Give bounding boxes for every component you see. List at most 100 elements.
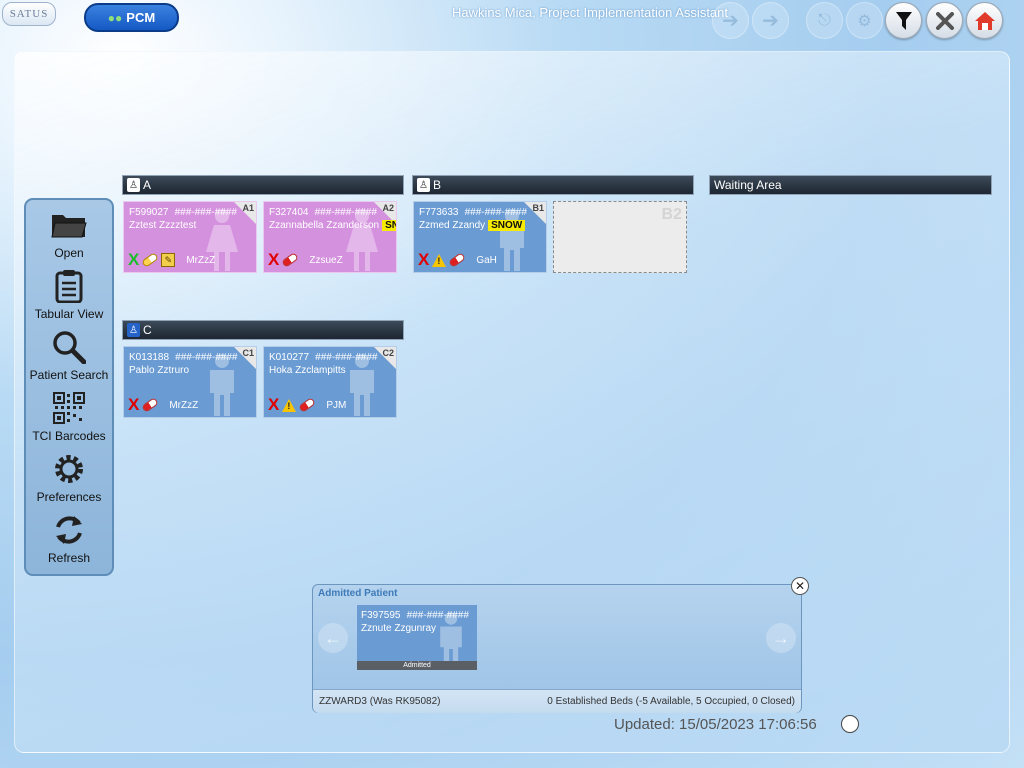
male-room-icon: ♙ xyxy=(127,323,140,337)
pcm-label: PCM xyxy=(126,10,156,25)
patient-name: Zzannabella ZzandersonSN xyxy=(269,220,396,231)
patient-mrn: F599027 ###-###-#### xyxy=(129,207,237,218)
bed-card-c1[interactable]: C1 K013188 ###-###-#### Pablo Zztruro X M… xyxy=(123,346,257,418)
tabular-view-menu-item[interactable]: Tabular View xyxy=(26,267,112,327)
menu-label: Preferences xyxy=(36,490,102,504)
back-button[interactable]: ➔ xyxy=(712,2,749,39)
refresh-menu-item[interactable]: Refresh xyxy=(26,511,112,571)
room-name: B xyxy=(433,178,442,192)
logout-button[interactable]: ⎋ xyxy=(806,2,843,39)
admitted-prev-button[interactable]: ← xyxy=(318,623,348,653)
menu-label: Refresh xyxy=(47,551,91,565)
patient-mrn: F397595 ###-###-#### xyxy=(361,610,469,621)
menu-label: Tabular View xyxy=(34,307,104,321)
forward-arrow-icon: ➔ xyxy=(762,10,779,32)
patient-name: Pablo Zztruro xyxy=(129,365,190,376)
right-arrow-icon: → xyxy=(772,627,790,648)
mixed-room-icon: ♙ xyxy=(127,178,140,192)
patient-name: Zzmed Zzandy SNOW xyxy=(419,220,526,231)
note-icon: ✎ xyxy=(161,253,176,267)
ward-name: ZZWARD3 (Was RK95082) xyxy=(319,696,441,707)
patient-indicators: X MrZzZ xyxy=(128,395,199,414)
bed-number: C2 xyxy=(382,348,394,358)
tci-barcodes-menu-item[interactable]: TCI Barcodes xyxy=(26,389,112,449)
medication-pill-icon xyxy=(448,252,467,268)
ward-summary-bar: ZZWARD3 (Was RK95082) 0 Established Beds… xyxy=(313,689,801,713)
folder-icon xyxy=(49,206,89,244)
bed-card-a1[interactable]: A1 F599027 ###-###-#### Zztest Zzzztest X… xyxy=(123,201,257,273)
gear-icon xyxy=(49,450,89,488)
warning-icon xyxy=(432,253,447,267)
room-header-a: ♙ A xyxy=(122,175,404,195)
menu-label: Patient Search xyxy=(29,368,109,382)
left-arrow-icon: ← xyxy=(324,627,342,648)
last-updated: Updated: 15/05/2023 17:06:56 xyxy=(614,716,817,733)
open-menu-item[interactable]: Open xyxy=(26,206,112,266)
admitted-panel-title: Admitted Patient xyxy=(318,588,398,599)
room-name: A xyxy=(143,178,152,192)
tools-button[interactable]: ⚙ xyxy=(846,2,883,39)
logout-icon: ⎋ xyxy=(818,11,831,29)
people-icon: ●● xyxy=(107,10,123,25)
pcm-module-button[interactable]: ●● PCM xyxy=(84,3,179,32)
bed-number: A2 xyxy=(382,203,394,213)
admission-status: Admitted xyxy=(357,661,477,670)
back-arrow-icon: ➔ xyxy=(722,10,739,32)
magnifier-icon xyxy=(49,328,89,366)
consultant: MrZzZ xyxy=(169,399,199,411)
red-x-icon: X xyxy=(128,395,140,414)
room-header-b: ♙ B xyxy=(412,175,694,195)
filter-button[interactable] xyxy=(885,2,922,39)
refresh-icon xyxy=(49,511,89,549)
room-header-waiting: Waiting Area xyxy=(709,175,992,195)
patient-indicators: X GaH xyxy=(418,251,497,268)
patient-indicators: X ✎ MrZzZ xyxy=(128,250,216,269)
room-header-c: ♙ C xyxy=(122,320,404,340)
preferences-menu-item[interactable]: Preferences xyxy=(26,450,112,510)
filter-icon xyxy=(895,11,912,30)
close-icon xyxy=(935,11,954,30)
patient-mrn: F773633 ###-###-#### xyxy=(419,207,527,218)
patient-search-menu-item[interactable]: Patient Search xyxy=(26,328,112,388)
mixed-room-icon: ♙ xyxy=(417,178,430,192)
green-x-icon: X xyxy=(128,250,140,269)
bed-card-c2[interactable]: C2 K010277 ###-###-#### Hoka Zzclampitts … xyxy=(263,346,397,418)
bed-number: B2 xyxy=(661,206,682,223)
consultant: MrZzZ xyxy=(186,254,216,266)
flag-badge: SN xyxy=(382,220,396,231)
top-bar: SATUS ●● PCM Hawkins Mica, Project Imple… xyxy=(0,0,1024,44)
bed-number: B1 xyxy=(532,203,544,213)
bed-card-a2[interactable]: A2 F327404 ###-###-#### Zzannabella Zzand… xyxy=(263,201,397,273)
bed-number: A1 xyxy=(242,203,254,213)
flag-badge: SNOW xyxy=(488,220,526,231)
patient-indicators: X PJM xyxy=(268,395,346,414)
side-menu: Open Tabular View Patient Search TCI Bar… xyxy=(24,198,114,576)
patient-indicators: X ZzsueZ xyxy=(268,251,343,268)
bed-card-b2-empty[interactable]: B2 xyxy=(553,201,687,273)
red-x-icon: X xyxy=(268,395,280,414)
room-name: C xyxy=(143,323,152,337)
home-button[interactable] xyxy=(966,2,1003,39)
patient-name: Zznute Zzgunray xyxy=(361,623,437,634)
admitted-close-button[interactable]: ✕ xyxy=(791,577,809,595)
tools-icon: ⚙ xyxy=(857,12,872,30)
patient-name: Hoka Zzclampitts xyxy=(269,365,346,376)
menu-label: Open xyxy=(54,246,84,260)
patient-mrn: K010277 ###-###-#### xyxy=(269,352,378,363)
user-title: Hawkins Mica, Project Implementation Ass… xyxy=(452,5,728,20)
admitted-patient-card[interactable]: F397595 ###-###-#### Zznute Zzgunray Admi… xyxy=(357,605,477,670)
status-indicator[interactable] xyxy=(841,715,859,733)
satus-logo: SATUS xyxy=(2,2,56,26)
admitted-next-button[interactable]: → xyxy=(766,623,796,653)
bed-summary: 0 Established Beds (-5 Available, 5 Occu… xyxy=(547,696,795,707)
close-button[interactable] xyxy=(926,2,963,39)
qr-code-icon xyxy=(49,389,89,427)
patient-name: Zztest Zzzztest xyxy=(129,220,197,231)
consultant: ZzsueZ xyxy=(309,254,343,266)
forward-button[interactable]: ➔ xyxy=(752,2,789,39)
clipboard-icon xyxy=(49,267,89,305)
patient-mrn: F327404 ###-###-#### xyxy=(269,207,377,218)
medication-pill-icon xyxy=(141,252,160,268)
warning-icon xyxy=(282,398,297,412)
bed-card-b1[interactable]: B1 F773633 ###-###-#### Zzmed Zzandy SNOW … xyxy=(413,201,547,273)
